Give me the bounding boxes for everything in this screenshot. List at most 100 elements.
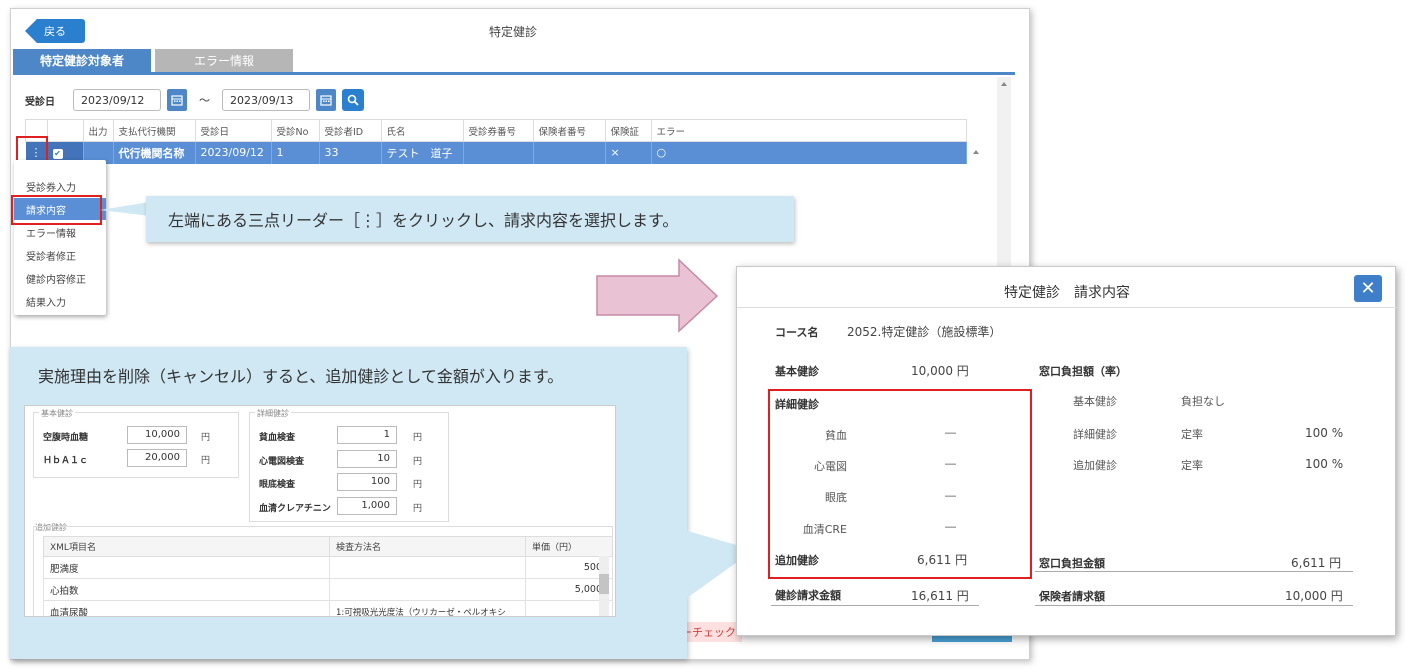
detail-item-input[interactable]: 100: [337, 473, 397, 491]
grid-scroll-up-icon[interactable]: [969, 145, 983, 159]
row-context-menu: 受診券入力 請求内容 エラー情報 受診者修正 健診内容修正 結果入力: [14, 160, 106, 315]
callout-instruction-1: 左端にある三点リーダー［⋮］をクリックし、請求内容を選択します。: [146, 196, 794, 242]
xml-cell-name: 心拍数: [43, 578, 330, 601]
results-grid: 出力 支払代行機関 受診日 受診No 受診者ID 氏名 受診券番号 保険者番号 …: [25, 119, 967, 164]
window-rate-item-rate: 100 %: [1305, 457, 1344, 471]
cell-error: ○: [651, 141, 967, 164]
menu-item-exam-edit[interactable]: 健診内容修正: [14, 267, 106, 289]
close-icon[interactable]: ✕: [1354, 275, 1382, 302]
check-icon[interactable]: ✔: [52, 149, 63, 160]
detail-item-label: 貧血検査: [259, 433, 296, 443]
xml-cell-method: [329, 556, 526, 579]
search-icon[interactable]: [342, 89, 364, 111]
cell-insurer-no: [533, 141, 606, 164]
insurer-underline: [1035, 605, 1353, 606]
tab-target-persons[interactable]: 特定健診対象者: [13, 49, 151, 72]
detail-item-unit: 円: [413, 457, 423, 467]
arrow-right-icon: [596, 258, 719, 333]
callout1-pointer: [100, 202, 150, 216]
cell-name: テスト 道子: [381, 141, 464, 164]
calendar-from-icon[interactable]: [167, 89, 187, 111]
window-title: 特定健診: [488, 25, 537, 39]
grid-header-row: 出力 支払代行機関 受診日 受診No 受診者ID 氏名 受診券番号 保険者番号 …: [25, 119, 967, 142]
billing-dialog: 特定健診 請求内容 ✕ コース名 2052.特定健診（施設標準） 基本健診 10…: [736, 266, 1397, 636]
window-rate-item-type: 定率: [1181, 459, 1203, 472]
col-check: [46, 119, 84, 142]
fieldset-detail-legend: 詳細健診: [255, 408, 291, 419]
xml-col-method: 検査方法名: [329, 536, 526, 557]
menu-item-patient-edit[interactable]: 受診者修正: [14, 244, 106, 266]
xml-col-price: 単価（円）: [525, 536, 613, 557]
cell-patient-id: 33: [319, 141, 382, 164]
window-amount-underline: [1035, 571, 1353, 572]
fieldset-basic: [33, 412, 239, 478]
inner-form-screenshot: 基本健診 空腹時血糖 10,000 円 ＨｂＡ１ｃ 20,000 円 詳細健診 …: [24, 405, 616, 617]
menu-item-result-input[interactable]: 結果入力: [14, 290, 106, 312]
window-rate-item-rate: 100 %: [1305, 426, 1344, 440]
table-row[interactable]: 血清尿酸 1:可視吸光光度法（ウリカーゼ・ペルオキシ: [43, 600, 613, 616]
date-separator: ～: [199, 94, 210, 107]
detail-item-unit: 円: [413, 480, 423, 490]
xml-scrollbar[interactable]: [599, 556, 609, 616]
window-rate-item-type: 定率: [1181, 428, 1203, 441]
basic-item-input[interactable]: 20,000: [127, 449, 187, 467]
callout1-text: 左端にある三点リーダー［⋮］をクリックし、請求内容を選択します。: [168, 211, 679, 230]
col-ticket-no: 受診券番号: [462, 119, 534, 142]
highlight-detail-extra: [768, 389, 1032, 579]
col-agency: 支払代行機関: [112, 119, 196, 142]
insurer-value: 10,000 円: [1285, 589, 1343, 603]
xml-items-table: XML項目名 検査方法名 単価（円） 肥満度 500 心拍数 5,000 血清尿…: [43, 536, 613, 616]
basic-item-unit: 円: [201, 433, 211, 443]
cell-agency: 代行機関名称: [113, 141, 196, 164]
basic-item-label: ＨｂＡ１ｃ: [43, 456, 89, 466]
table-row[interactable]: 肥満度 500: [43, 556, 613, 579]
date-from-input[interactable]: 2023/09/12: [73, 89, 161, 111]
window-amount-value: 6,611 円: [1291, 556, 1342, 570]
course-value: 2052.特定健診（施設標準）: [847, 325, 1002, 339]
cell-ticket-no: [463, 141, 534, 164]
calendar-to-icon[interactable]: [316, 89, 336, 111]
table-row[interactable]: 心拍数 5,000: [43, 578, 613, 601]
basic-item-unit: 円: [201, 456, 211, 466]
window-rate-item-label: 追加健診: [1073, 459, 1117, 472]
window-rate-item-type: 負担なし: [1181, 395, 1225, 408]
scroll-up-icon[interactable]: [997, 77, 1011, 91]
date-to-input[interactable]: 2023/09/13: [222, 89, 310, 111]
detail-item-input[interactable]: 10: [337, 450, 397, 468]
col-output: 出力: [82, 119, 114, 142]
window-rate-label: 窓口負担額（率）: [1039, 365, 1127, 378]
xml-col-name: XML項目名: [43, 536, 330, 557]
basic-value: 10,000 円: [911, 364, 969, 378]
detail-item-input[interactable]: 1: [337, 426, 397, 444]
detail-item-label: 心電図検査: [259, 457, 305, 467]
table-row[interactable]: ⋮ ✔ 代行機関名称 2023/09/12 1 33 テスト 道子 × ○: [25, 141, 967, 164]
col-name: 氏名: [380, 119, 464, 142]
highlight-billing-item: [11, 195, 102, 225]
detail-item-label: 血清クレアチニン: [259, 504, 331, 514]
cell-date: 2023/09/12: [195, 141, 272, 164]
basic-item-label: 空腹時血糖: [43, 433, 89, 443]
date-label: 受診日: [25, 96, 55, 108]
insurer-label: 保険者請求額: [1039, 590, 1105, 603]
window-rate-item-label: 基本健診: [1073, 395, 1117, 408]
fieldset-basic-legend: 基本健診: [39, 408, 75, 419]
menu-item-ticket-input[interactable]: 受診券入力: [14, 175, 106, 197]
basic-item-input[interactable]: 10,000: [127, 426, 187, 444]
col-no: 受診No: [270, 119, 320, 142]
total-label: 健診請求金額: [775, 589, 841, 602]
xml-header-row: XML項目名 検査方法名 単価（円）: [43, 536, 613, 557]
col-insurer-no: 保険者番号: [532, 119, 606, 142]
total-value: 16,611 円: [911, 589, 969, 603]
date-filter: 受診日 2023/09/12 ～ 2023/09/13: [25, 87, 364, 113]
window-amount-label: 窓口負担金額: [1039, 557, 1105, 570]
detail-item-label: 眼底検査: [259, 480, 296, 490]
basic-label: 基本健診: [775, 365, 819, 378]
xml-cell-method: 1:可視吸光光度法（ウリカーゼ・ペルオキシ: [329, 600, 526, 616]
col-insurance-card: 保険証: [604, 119, 652, 142]
col-date: 受診日: [194, 119, 272, 142]
tab-bar: 特定健診対象者 エラー情報: [13, 49, 1015, 75]
tab-error-info[interactable]: エラー情報: [155, 49, 293, 72]
dialog-divider: [737, 307, 1397, 308]
window-rate-item-label: 詳細健診: [1073, 428, 1117, 441]
detail-item-input[interactable]: 1,000: [337, 497, 397, 515]
